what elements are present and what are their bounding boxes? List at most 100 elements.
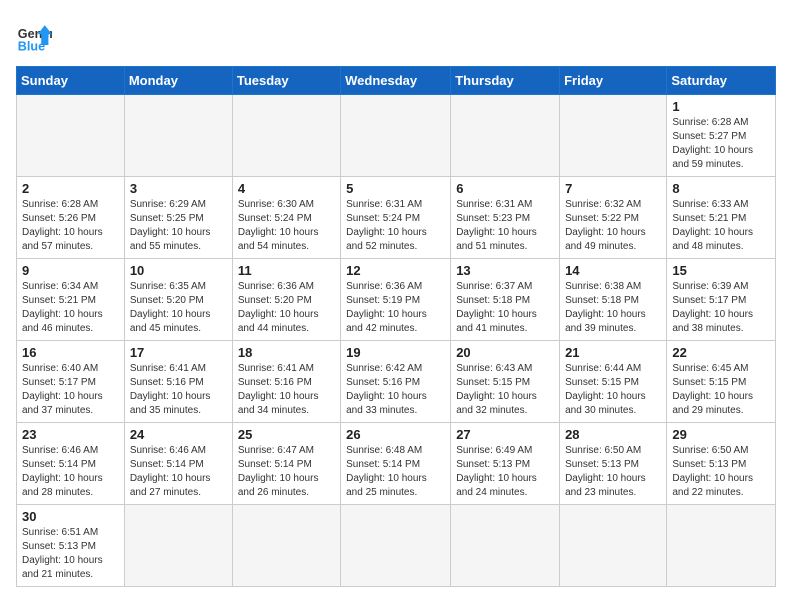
calendar-cell: 8Sunrise: 6:33 AM Sunset: 5:21 PM Daylig…: [667, 177, 776, 259]
weekday-header-saturday: Saturday: [667, 67, 776, 95]
calendar-cell: 21 Sunrise: 6:44 AM Sunset: 5:15 PM Dayli…: [560, 341, 667, 423]
day-number: 28: [565, 427, 661, 442]
calendar-cell: 23Sunrise: 6:46 AM Sunset: 5:14 PM Dayli…: [17, 423, 125, 505]
day-info: Sunrise: 6:45 AM Sunset: 5:15 PM Dayligh…: [672, 362, 770, 418]
weekday-header-row: SundayMondayTuesdayWednesdayThursdayFrid…: [17, 67, 776, 95]
day-number: 3: [130, 181, 227, 196]
day-number: 19: [346, 345, 445, 360]
day-number: 20: [456, 345, 554, 360]
calendar-cell: 12Sunrise: 6:36 AM Sunset: 5:19 PM Dayli…: [341, 259, 451, 341]
day-info: Sunrise: 6:41 AM Sunset: 5:16 PM Dayligh…: [238, 362, 335, 418]
day-number: 21: [565, 345, 661, 360]
week-row-2: 9Sunrise: 6:34 AM Sunset: 5:21 PM Daylig…: [17, 259, 776, 341]
calendar-cell: [341, 95, 451, 177]
day-info: Sunrise: 6:49 AM Sunset: 5:13 PM Dayligh…: [456, 444, 554, 500]
day-number: 6: [456, 181, 554, 196]
calendar-cell: [124, 505, 232, 587]
day-info: Sunrise: 6:32 AM Sunset: 5:22 PM Dayligh…: [565, 198, 661, 254]
day-info: Sunrise: 6:50 AM Sunset: 5:13 PM Dayligh…: [565, 444, 661, 500]
day-number: 18: [238, 345, 335, 360]
weekday-header-monday: Monday: [124, 67, 232, 95]
day-info: Sunrise: 6:47 AM Sunset: 5:14 PM Dayligh…: [238, 444, 335, 500]
calendar-cell: 29Sunrise: 6:50 AM Sunset: 5:13 PM Dayli…: [667, 423, 776, 505]
day-info: Sunrise: 6:36 AM Sunset: 5:20 PM Dayligh…: [238, 280, 335, 336]
calendar-cell: 17 Sunrise: 6:41 AM Sunset: 5:16 PM Dayli…: [124, 341, 232, 423]
calendar-cell: 10Sunrise: 6:35 AM Sunset: 5:20 PM Dayli…: [124, 259, 232, 341]
day-info: Sunrise: 6:46 AM Sunset: 5:14 PM Dayligh…: [130, 444, 227, 500]
day-info: Sunrise: 6:29 AM Sunset: 5:25 PM Dayligh…: [130, 198, 227, 254]
calendar-cell: [560, 505, 667, 587]
week-row-1: 2Sunrise: 6:28 AM Sunset: 5:26 PM Daylig…: [17, 177, 776, 259]
calendar-cell: [451, 95, 560, 177]
calendar-cell: [232, 505, 340, 587]
calendar-cell: 4 Sunrise: 6:30 AM Sunset: 5:24 PM Daylig…: [232, 177, 340, 259]
calendar-cell: 25 Sunrise: 6:47 AM Sunset: 5:14 PM Dayli…: [232, 423, 340, 505]
calendar-cell: 19 Sunrise: 6:42 AM Sunset: 5:16 PM Dayli…: [341, 341, 451, 423]
calendar: SundayMondayTuesdayWednesdayThursdayFrid…: [16, 66, 776, 587]
calendar-cell: 30Sunrise: 6:51 AM Sunset: 5:13 PM Dayli…: [17, 505, 125, 587]
calendar-cell: 18 Sunrise: 6:41 AM Sunset: 5:16 PM Dayli…: [232, 341, 340, 423]
calendar-cell: 3 Sunrise: 6:29 AM Sunset: 5:25 PM Daylig…: [124, 177, 232, 259]
day-info: Sunrise: 6:48 AM Sunset: 5:14 PM Dayligh…: [346, 444, 445, 500]
day-number: 26: [346, 427, 445, 442]
day-info: Sunrise: 6:30 AM Sunset: 5:24 PM Dayligh…: [238, 198, 335, 254]
day-number: 16: [22, 345, 119, 360]
day-number: 15: [672, 263, 770, 278]
calendar-cell: 16Sunrise: 6:40 AM Sunset: 5:17 PM Dayli…: [17, 341, 125, 423]
day-number: 8: [672, 181, 770, 196]
day-number: 29: [672, 427, 770, 442]
day-info: Sunrise: 6:44 AM Sunset: 5:15 PM Dayligh…: [565, 362, 661, 418]
day-info: Sunrise: 6:31 AM Sunset: 5:23 PM Dayligh…: [456, 198, 554, 254]
logo-icon: General Blue: [16, 18, 52, 54]
calendar-cell: 24 Sunrise: 6:46 AM Sunset: 5:14 PM Dayli…: [124, 423, 232, 505]
day-number: 22: [672, 345, 770, 360]
day-number: 17: [130, 345, 227, 360]
day-number: 25: [238, 427, 335, 442]
day-info: Sunrise: 6:37 AM Sunset: 5:18 PM Dayligh…: [456, 280, 554, 336]
day-info: Sunrise: 6:41 AM Sunset: 5:16 PM Dayligh…: [130, 362, 227, 418]
calendar-cell: 15 Sunrise: 6:39 AM Sunset: 5:17 PM Dayli…: [667, 259, 776, 341]
calendar-cell: [341, 505, 451, 587]
calendar-cell: [451, 505, 560, 587]
calendar-cell: 26 Sunrise: 6:48 AM Sunset: 5:14 PM Dayli…: [341, 423, 451, 505]
weekday-header-tuesday: Tuesday: [232, 67, 340, 95]
week-row-3: 16Sunrise: 6:40 AM Sunset: 5:17 PM Dayli…: [17, 341, 776, 423]
day-number: 7: [565, 181, 661, 196]
day-number: 23: [22, 427, 119, 442]
calendar-cell: 27Sunrise: 6:49 AM Sunset: 5:13 PM Dayli…: [451, 423, 560, 505]
day-info: Sunrise: 6:34 AM Sunset: 5:21 PM Dayligh…: [22, 280, 119, 336]
calendar-cell: 9Sunrise: 6:34 AM Sunset: 5:21 PM Daylig…: [17, 259, 125, 341]
day-number: 12: [346, 263, 445, 278]
calendar-cell: [124, 95, 232, 177]
day-info: Sunrise: 6:28 AM Sunset: 5:27 PM Dayligh…: [672, 116, 770, 172]
day-number: 24: [130, 427, 227, 442]
day-number: 5: [346, 181, 445, 196]
weekday-header-wednesday: Wednesday: [341, 67, 451, 95]
day-number: 2: [22, 181, 119, 196]
day-info: Sunrise: 6:31 AM Sunset: 5:24 PM Dayligh…: [346, 198, 445, 254]
day-info: Sunrise: 6:38 AM Sunset: 5:18 PM Dayligh…: [565, 280, 661, 336]
calendar-cell: 20 Sunrise: 6:43 AM Sunset: 5:15 PM Dayli…: [451, 341, 560, 423]
calendar-cell: [232, 95, 340, 177]
header: General Blue: [16, 16, 776, 54]
weekday-header-sunday: Sunday: [17, 67, 125, 95]
day-info: Sunrise: 6:42 AM Sunset: 5:16 PM Dayligh…: [346, 362, 445, 418]
week-row-5: 30Sunrise: 6:51 AM Sunset: 5:13 PM Dayli…: [17, 505, 776, 587]
day-info: Sunrise: 6:35 AM Sunset: 5:20 PM Dayligh…: [130, 280, 227, 336]
day-number: 1: [672, 99, 770, 114]
day-info: Sunrise: 6:39 AM Sunset: 5:17 PM Dayligh…: [672, 280, 770, 336]
calendar-body: 1 Sunrise: 6:28 AM Sunset: 5:27 PM Daylig…: [17, 95, 776, 587]
calendar-cell: 11Sunrise: 6:36 AM Sunset: 5:20 PM Dayli…: [232, 259, 340, 341]
calendar-cell: 7 Sunrise: 6:32 AM Sunset: 5:22 PM Daylig…: [560, 177, 667, 259]
calendar-cell: 28 Sunrise: 6:50 AM Sunset: 5:13 PM Dayli…: [560, 423, 667, 505]
calendar-cell: 1 Sunrise: 6:28 AM Sunset: 5:27 PM Daylig…: [667, 95, 776, 177]
calendar-cell: [17, 95, 125, 177]
day-info: Sunrise: 6:43 AM Sunset: 5:15 PM Dayligh…: [456, 362, 554, 418]
calendar-cell: 13 Sunrise: 6:37 AM Sunset: 5:18 PM Dayli…: [451, 259, 560, 341]
day-info: Sunrise: 6:51 AM Sunset: 5:13 PM Dayligh…: [22, 526, 119, 582]
calendar-cell: 5 Sunrise: 6:31 AM Sunset: 5:24 PM Daylig…: [341, 177, 451, 259]
day-number: 14: [565, 263, 661, 278]
day-number: 4: [238, 181, 335, 196]
day-number: 13: [456, 263, 554, 278]
calendar-cell: 6 Sunrise: 6:31 AM Sunset: 5:23 PM Daylig…: [451, 177, 560, 259]
